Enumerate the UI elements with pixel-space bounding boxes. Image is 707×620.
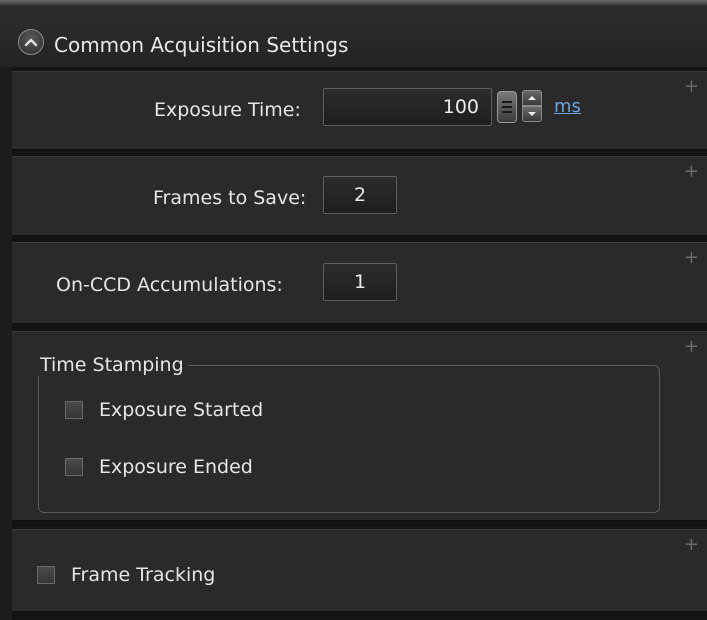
time-stamping-title: Time Stamping (36, 354, 188, 376)
exposure-ended-label[interactable]: Exposure Ended (99, 456, 253, 478)
exposure-ended-checkbox[interactable] (65, 458, 83, 476)
spin-down-button[interactable] (522, 106, 542, 122)
exposure-time-panel: + Exposure Time: 100 ms (12, 71, 707, 150)
arrow-up-icon (528, 96, 536, 100)
frames-to-save-panel: + Frames to Save: 2 (12, 156, 707, 236)
panel-expand-icon[interactable]: + (684, 338, 699, 356)
frames-to-save-input[interactable]: 2 (323, 176, 397, 214)
frame-tracking-panel: + Frame Tracking (12, 529, 707, 612)
frames-to-save-label: Frames to Save: (153, 187, 307, 209)
panel-expand-icon[interactable]: + (684, 249, 699, 267)
acquisition-settings-window: Common Acquisition Settings + Exposure T… (0, 0, 707, 620)
panel-expand-icon[interactable]: + (684, 78, 699, 96)
section-header[interactable]: Common Acquisition Settings (0, 5, 707, 67)
frame-tracking-label[interactable]: Frame Tracking (71, 564, 215, 586)
time-stamping-group (38, 365, 660, 513)
section-title: Common Acquisition Settings (54, 33, 349, 57)
exposure-unit-link[interactable]: ms (554, 96, 581, 117)
accumulations-label: On-CCD Accumulations: (56, 274, 283, 296)
exposure-slider-handle[interactable] (497, 91, 517, 123)
exposure-time-input[interactable]: 100 (323, 88, 492, 126)
exposure-time-label: Exposure Time: (154, 99, 301, 121)
chevron-up-icon[interactable] (18, 29, 44, 55)
frame-tracking-checkbox[interactable] (37, 566, 55, 584)
accumulations-panel: + On-CCD Accumulations: 1 (12, 242, 707, 324)
time-stamping-panel: + Time Stamping Exposure Started Exposur… (12, 331, 707, 521)
exposure-started-label[interactable]: Exposure Started (99, 399, 263, 421)
panel-expand-icon[interactable]: + (684, 536, 699, 554)
arrow-down-icon (528, 112, 536, 116)
exposure-started-checkbox[interactable] (65, 401, 83, 419)
panel-expand-icon[interactable]: + (684, 163, 699, 181)
accumulations-input[interactable]: 1 (323, 263, 397, 301)
spin-up-button[interactable] (522, 90, 542, 106)
